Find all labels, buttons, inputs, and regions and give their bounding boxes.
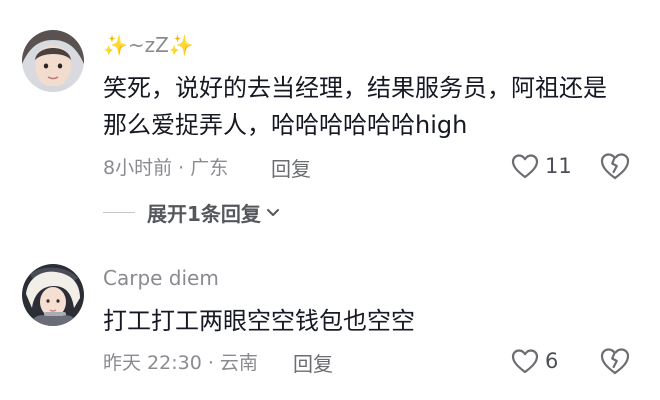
divider	[103, 211, 135, 213]
reply-button[interactable]: 回复	[271, 153, 311, 182]
chevron-down-icon	[266, 209, 279, 216]
comment-text: 打工打工两眼空空钱包也空空	[103, 307, 415, 335]
heart-outline-icon	[511, 154, 539, 179]
comment-item: Carpe diem 打工打工两眼空空钱包也空空 昨天 22:30 · 云南 回…	[0, 250, 660, 400]
username[interactable]: ✨~zZ✨	[103, 33, 194, 57]
comment-actions: 8小时前 · 广东 回复 11	[103, 149, 660, 183]
broken-heart-icon[interactable]	[600, 151, 630, 181]
broken-heart-icon[interactable]	[600, 346, 630, 376]
reply-button[interactable]: 回复	[293, 348, 333, 377]
comment-meta: 昨天 22:30 · 云南	[103, 352, 258, 374]
avatar[interactable]	[22, 264, 84, 326]
heart-outline-icon	[511, 349, 539, 374]
expand-replies-button[interactable]: 展开1条回复	[103, 197, 280, 227]
like-button[interactable]: 11	[511, 149, 572, 183]
expand-replies-label: 展开1条回复	[147, 201, 261, 226]
username[interactable]: Carpe diem	[103, 266, 219, 290]
like-count: 6	[545, 349, 559, 373]
comment-text: 笑死，说好的去当经理，结果服务员，阿祖还是那么爱捉弄人，哈哈哈哈哈哈high	[103, 74, 607, 139]
like-button[interactable]: 6	[511, 344, 558, 378]
avatar[interactable]	[22, 30, 84, 92]
comment-meta: 8小时前 · 广东	[103, 157, 229, 179]
comment-item: ✨~zZ✨ 笑死，说好的去当经理，结果服务员，阿祖还是那么爱捉弄人，哈哈哈哈哈哈…	[0, 0, 660, 250]
like-count: 11	[545, 154, 572, 178]
comment-actions: 昨天 22:30 · 云南 回复 6	[103, 344, 660, 378]
